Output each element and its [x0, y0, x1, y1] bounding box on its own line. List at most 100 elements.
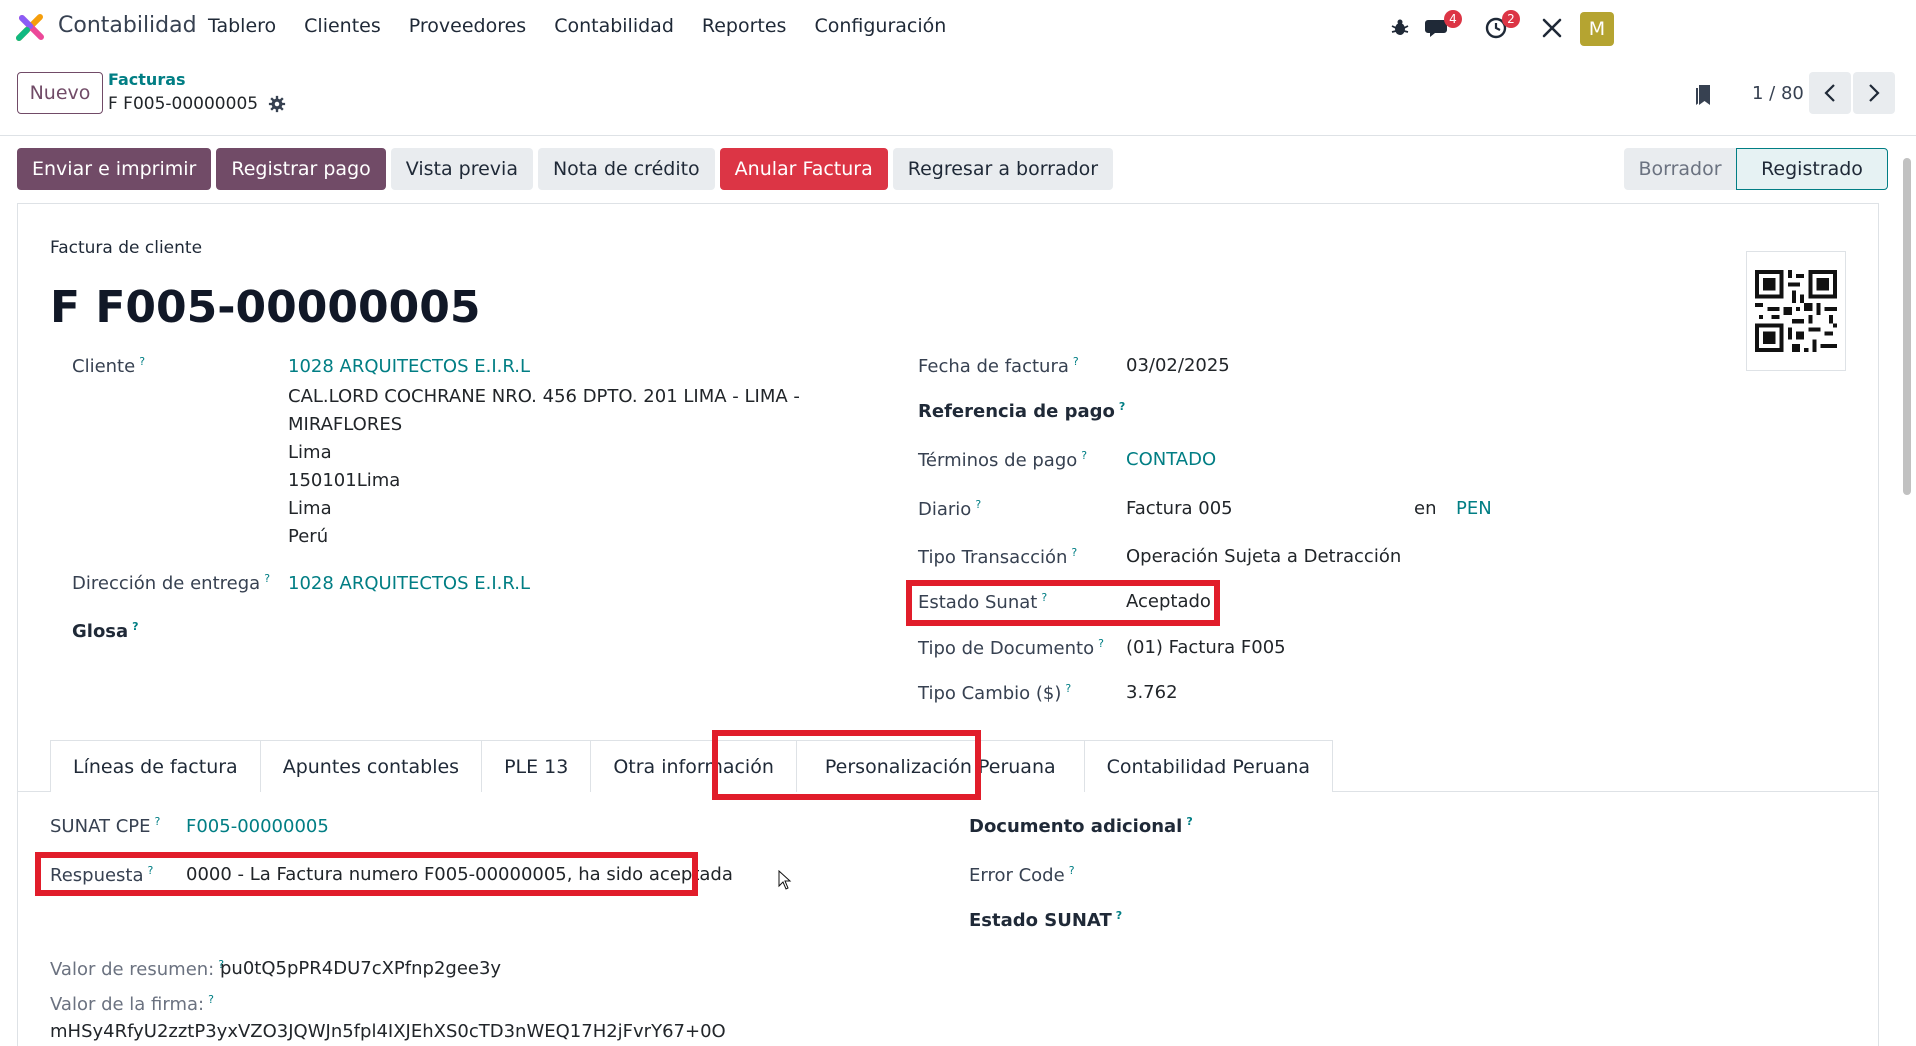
address-line-1: CAL.LORD COCHRANE NRO. 456 DPTO. 201 LIM… — [288, 386, 800, 407]
pager-value[interactable]: 1 / 80 — [1752, 83, 1804, 104]
menu-proveedores[interactable]: Proveedores — [409, 15, 526, 37]
sunat-cpe-label-text: SUNAT CPE — [50, 816, 151, 837]
glosa-label: Glosa? — [72, 620, 139, 642]
send-print-button[interactable]: Enviar e imprimir — [17, 148, 212, 190]
gear-icon[interactable] — [268, 95, 286, 113]
delivery-address-label: Dirección de entrega? — [72, 572, 270, 594]
preview-button[interactable]: Vista previa — [390, 148, 533, 190]
menu-reportes[interactable]: Reportes — [702, 15, 787, 37]
tab-invoice-lines[interactable]: Líneas de factura — [50, 740, 261, 792]
invoice-title: F F005-00000005 — [50, 282, 481, 333]
new-button[interactable]: Nuevo — [17, 72, 103, 114]
sunat-cpe-label: SUNAT CPE? — [50, 815, 160, 837]
currency-value[interactable]: PEN — [1456, 498, 1492, 519]
menu-tablero[interactable]: Tablero — [208, 15, 276, 37]
help-icon[interactable]: ? — [1065, 682, 1071, 695]
qr-code-icon — [1755, 270, 1837, 352]
customer-value[interactable]: 1028 ARQUITECTOS E.I.R.L — [288, 356, 530, 377]
chat-badge: 4 — [1444, 10, 1462, 28]
register-payment-button[interactable]: Registrar pago — [216, 148, 386, 190]
glosa-label-text: Glosa — [72, 621, 129, 642]
status-bar: Borrador Registrado — [1624, 148, 1888, 190]
credit-note-button[interactable]: Nota de crédito — [537, 148, 715, 190]
breadcrumb-parent[interactable]: Facturas — [108, 70, 186, 89]
accounting-app-icon[interactable] — [16, 14, 46, 42]
status-posted[interactable]: Registrado — [1736, 148, 1888, 190]
help-icon[interactable]: ? — [155, 815, 161, 828]
address-line-2: MIRAFLORES — [288, 414, 403, 435]
journal-value[interactable]: Factura 005 — [1126, 498, 1233, 519]
main-menu: Tablero Clientes Proveedores Contabilida… — [208, 15, 974, 37]
scrollbar-thumb[interactable] — [1903, 158, 1911, 495]
error-code-label: Error Code? — [969, 864, 1075, 886]
signature-value-label-text: Valor de la firma: — [50, 994, 205, 1015]
chat-icon[interactable]: 4 — [1424, 10, 1462, 42]
summary-value: pu0tQ5pPR4DU7cXPfnp2gee3y — [220, 958, 502, 979]
document-type-label: Tipo de Documento? — [918, 637, 1104, 659]
help-icon[interactable]: ? — [1071, 546, 1077, 559]
exchange-rate-label: Tipo Cambio ($)? — [918, 682, 1071, 704]
cancel-invoice-button[interactable]: Anular Factura — [719, 148, 888, 190]
top-navbar: Contabilidad Tablero Clientes Proveedore… — [0, 0, 1916, 56]
highlight-active-tab — [712, 730, 981, 800]
help-icon[interactable]: ? — [139, 355, 145, 368]
help-icon[interactable]: ? — [208, 993, 214, 1006]
menu-contabilidad[interactable]: Contabilidad — [554, 15, 674, 37]
help-icon[interactable]: ? — [1119, 400, 1125, 413]
delivery-address-value[interactable]: 1028 ARQUITECTOS E.I.R.L — [288, 573, 530, 594]
payment-terms-label-text: Términos de pago — [918, 450, 1078, 471]
address-line-3: Lima — [288, 442, 332, 463]
address-line-4: 150101Lima — [288, 470, 401, 491]
help-icon[interactable]: ? — [1116, 909, 1122, 922]
help-icon[interactable]: ? — [1081, 449, 1087, 462]
mouse-cursor-icon — [778, 870, 792, 890]
pager-previous-button[interactable] — [1809, 72, 1851, 114]
signature-value-label: Valor de la firma:? — [50, 993, 214, 1015]
pager-next-button[interactable] — [1853, 72, 1895, 114]
bug-icon[interactable] — [1386, 14, 1414, 42]
help-icon[interactable]: ? — [1073, 355, 1079, 368]
user-avatar[interactable]: M — [1580, 12, 1614, 46]
delivery-address-label-text: Dirección de entrega — [72, 573, 261, 594]
breadcrumb-current-label: F F005-00000005 — [108, 94, 259, 114]
status-draft[interactable]: Borrador — [1624, 148, 1736, 190]
sunat-status-label-text: Estado SUNAT — [969, 910, 1112, 931]
summary-value-label-text: Valor de resumen: — [50, 959, 215, 980]
additional-document-label-text: Documento adicional — [969, 816, 1183, 837]
payment-terms-value[interactable]: CONTADO — [1126, 449, 1216, 470]
tab-journal-items[interactable]: Apuntes contables — [259, 740, 483, 792]
transaction-type-label-text: Tipo Transacción — [918, 547, 1068, 568]
help-icon[interactable]: ? — [1098, 637, 1104, 650]
activity-badge: 2 — [1502, 10, 1520, 28]
chevron-right-icon — [1869, 84, 1880, 102]
payment-terms-label: Términos de pago? — [918, 449, 1087, 471]
tools-icon[interactable] — [1538, 14, 1566, 42]
back-to-draft-button[interactable]: Regresar a borrador — [892, 148, 1114, 190]
help-icon[interactable]: ? — [1186, 815, 1192, 828]
transaction-type-label: Tipo Transacción? — [918, 546, 1077, 568]
app-name[interactable]: Contabilidad — [58, 13, 197, 38]
summary-value-label: Valor de resumen:? — [50, 958, 224, 980]
help-icon[interactable]: ? — [132, 620, 138, 633]
activity-clock-icon[interactable]: 2 — [1482, 10, 1520, 42]
transaction-type-value[interactable]: Operación Sujeta a Detracción — [1126, 546, 1401, 567]
menu-clientes[interactable]: Clientes — [304, 15, 381, 37]
exchange-rate-label-text: Tipo Cambio ($) — [918, 683, 1062, 704]
journal-currency-in: en — [1414, 498, 1437, 519]
tab-ple-13[interactable]: PLE 13 — [481, 740, 592, 792]
menu-configuracion[interactable]: Configuración — [814, 15, 946, 37]
breadcrumb-current: F F005-00000005 — [108, 94, 286, 114]
sunat-cpe-value[interactable]: F005-00000005 — [186, 816, 329, 837]
payment-reference-label: Referencia de pago? — [918, 400, 1125, 422]
help-icon[interactable]: ? — [975, 498, 981, 511]
document-type-value[interactable]: (01) Factura F005 — [1126, 637, 1286, 658]
bookmark-icon[interactable] — [1694, 83, 1712, 107]
tab-peruvian-accounting[interactable]: Contabilidad Peruana — [1083, 740, 1334, 792]
customer-label-text: Cliente — [72, 356, 136, 377]
highlight-response — [35, 852, 698, 896]
invoice-date-label-text: Fecha de factura — [918, 356, 1069, 377]
help-icon[interactable]: ? — [1069, 864, 1075, 877]
invoice-date-value[interactable]: 03/02/2025 — [1126, 355, 1230, 376]
exchange-rate-value[interactable]: 3.762 — [1126, 682, 1178, 703]
help-icon[interactable]: ? — [264, 572, 270, 585]
